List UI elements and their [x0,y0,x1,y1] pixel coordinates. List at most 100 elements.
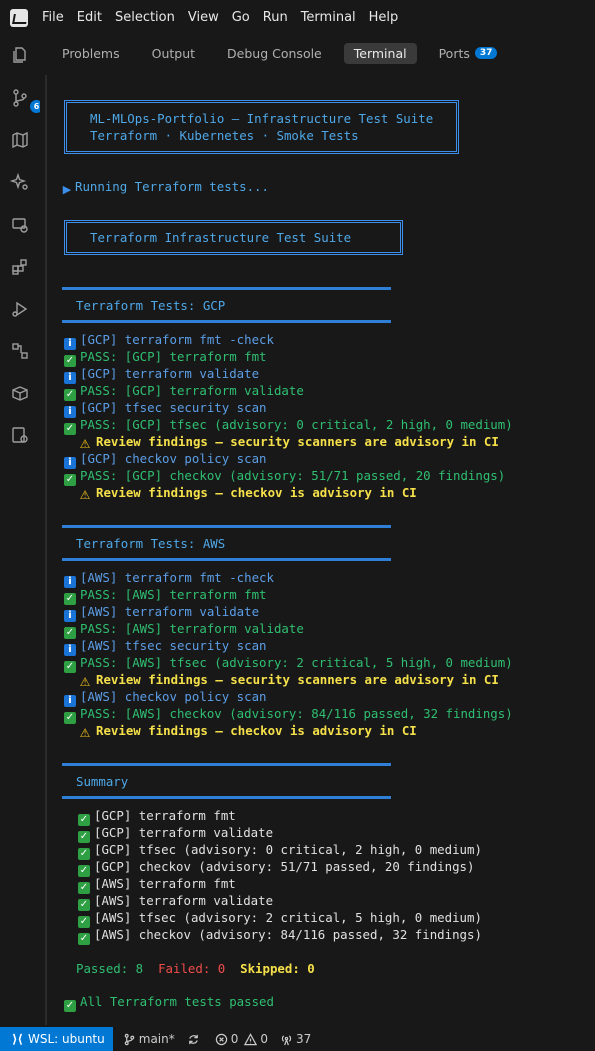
error-count: 0 [230,1032,239,1046]
summary-line-text: [GCP] terraform validate [94,825,274,840]
summary-line-text: [AWS] tfsec (advisory: 2 critical, 5 hig… [94,910,482,925]
sync-button[interactable] [187,1033,203,1046]
summary-line: ✓ [AWS] tfsec (advisory: 2 critical, 5 hi… [78,909,482,928]
check-icon: ✓ [64,1000,76,1012]
aws-line: ✓ PASS: [AWS] terraform fmt [64,586,267,605]
aws-section-title: Terraform Tests: AWS [76,536,226,551]
remote-label: WSL: ubuntu [27,1032,105,1046]
aws-line: i [AWS] terraform validate [64,603,260,622]
aws-line-text: PASS: [AWS] checkov (advisory: 84/116 pa… [80,706,513,721]
tab-debug-console[interactable]: Debug Console [217,43,332,64]
error-icon [215,1033,227,1045]
menu-edit[interactable]: Edit [77,10,102,25]
aws-line: ⚠ Review findings — checkov is advisory i… [78,722,417,739]
branch-label: main* [138,1032,175,1046]
branch-indicator[interactable]: main* [123,1032,175,1046]
aws-line: ⚠ Review findings — security scanners are… [78,671,499,688]
tab-problems[interactable]: Problems [52,43,130,64]
remote-icon: ⟩⟨ [12,1032,23,1046]
tab-terminal[interactable]: Terminal [343,42,417,64]
aws-line: ✓ PASS: [AWS] terraform validate [64,620,304,639]
passed-count: Passed: 8 [76,961,144,976]
map-icon[interactable] [8,128,32,152]
summary-line-text: [GCP] checkov (advisory: 51/71 passed, 2… [94,859,475,874]
warning-icon: ⚠ [79,488,91,502]
aws-line-text: [AWS] terraform fmt -check [80,570,274,585]
aws-line-text: [AWS] checkov policy scan [80,689,267,704]
gcp-line-text: [GCP] checkov policy scan [80,451,267,466]
aws-line-text: PASS: [AWS] terraform fmt [80,587,267,602]
gcp-line: ⚠ Review findings — security scanners are… [78,433,499,450]
remote-indicator[interactable]: ⟩⟨ WSL: ubuntu [0,1027,113,1051]
settings-sync-icon[interactable] [8,423,32,447]
gcp-line-text: PASS: [GCP] checkov (advisory: 51/71 pas… [80,468,506,483]
aws-line-text: [AWS] terraform validate [80,604,260,619]
ports-indicator[interactable]: 37 [280,1032,311,1046]
gcp-line-text: PASS: [GCP] terraform validate [80,383,304,398]
gcp-line-text: Review findings — security scanners are … [96,434,499,449]
tab-ports[interactable]: Ports 37 [429,43,508,64]
status-bar: ⟩⟨ WSL: ubuntu main* 0 0 37 [0,1027,595,1051]
gcp-line-text: PASS: [GCP] tfsec (advisory: 0 critical,… [80,417,513,432]
panel-tabs: Problems Output Debug Console Terminal P… [40,35,595,71]
skipped-count: Skipped: 0 [240,961,315,976]
gcp-line: ✓ PASS: [GCP] checkov (advisory: 51/71 pa… [64,467,506,486]
title-bar: File Edit Selection View Go Run Terminal… [0,0,595,35]
menu-help[interactable]: Help [369,10,399,25]
summary-line-text: [GCP] tfsec (advisory: 0 critical, 2 hig… [94,842,482,857]
gcp-line: ⚠ Review findings — checkov is advisory i… [78,484,417,501]
gcp-line-text: [GCP] terraform validate [80,366,260,381]
package-icon[interactable] [8,381,32,405]
broadcast-icon [281,1034,292,1045]
extensions-icon[interactable] [8,255,32,279]
summary-line-text: [AWS] terraform validate [94,893,274,908]
aws-line: ✓ PASS: [AWS] tfsec (advisory: 2 critical… [64,654,513,673]
bottom-panel: Problems Output Debug Console Terminal P… [40,35,595,1027]
aws-line-text: Review findings — security scanners are … [96,672,499,687]
summary-line: ✓ [AWS] terraform validate [78,892,274,911]
summary-line-text: [GCP] terraform fmt [94,808,236,823]
aws-line: ✓ PASS: [AWS] checkov (advisory: 84/116 p… [64,705,513,724]
aws-line-text: [AWS] tfsec security scan [80,638,267,653]
gcp-line-text: [GCP] terraform fmt -check [80,332,274,347]
menu-selection[interactable]: Selection [115,10,175,25]
gcp-line: i [GCP] terraform validate [64,365,260,384]
sparkle-icon[interactable] [8,170,32,194]
check-icon: ✓ [64,474,76,486]
aws-line: i [AWS] terraform fmt -check [64,569,274,588]
source-control-icon[interactable]: 6 [8,86,43,113]
aws-rule-bottom [62,558,391,561]
running-line: ▶ Running Terraform tests... [62,178,269,196]
problems-indicator[interactable]: 0 0 [215,1032,268,1046]
summary-rule-top [62,763,391,766]
gcp-line: ✓ PASS: [GCP] tfsec (advisory: 0 critical… [64,416,513,435]
remote-explorer-icon[interactable] [8,213,32,237]
warning-icon: ⚠ [79,437,91,451]
app-logo-icon [10,8,28,27]
aws-line-text: Review findings — checkov is advisory in… [96,723,417,738]
menu-view[interactable]: View [188,10,219,25]
gcp-line: ✓ PASS: [GCP] terraform validate [64,382,304,401]
explorer-icon[interactable] [8,43,32,67]
tab-output[interactable]: Output [142,43,205,64]
check-icon: ✓ [78,933,90,945]
menu-go[interactable]: Go [232,10,250,25]
gcp-line-text: Review findings — checkov is advisory in… [96,485,417,500]
aws-line-text: PASS: [AWS] terraform validate [80,621,304,636]
menu-terminal[interactable]: Terminal [301,10,356,25]
activity-bar: 6 [0,35,43,1027]
warning-icon [244,1032,258,1045]
summary-line: ✓ [AWS] terraform fmt [78,875,236,894]
check-icon: ✓ [64,712,76,724]
summary-title: Summary [76,774,129,789]
ports-count: 37 [296,1032,312,1046]
gcp-line: i [GCP] checkov policy scan [64,450,267,469]
gcp-line-text: [GCP] tfsec security scan [80,400,267,415]
menu-file[interactable]: File [42,10,64,25]
menu-run[interactable]: Run [263,10,288,25]
run-debug-icon[interactable] [8,297,32,321]
diagram-icon[interactable] [8,339,32,363]
summary-line-text: [AWS] checkov (advisory: 84/116 passed, … [94,927,482,942]
tab-ports-label: Ports [438,45,470,61]
gcp-line: ✓ PASS: [GCP] terraform fmt [64,348,267,367]
